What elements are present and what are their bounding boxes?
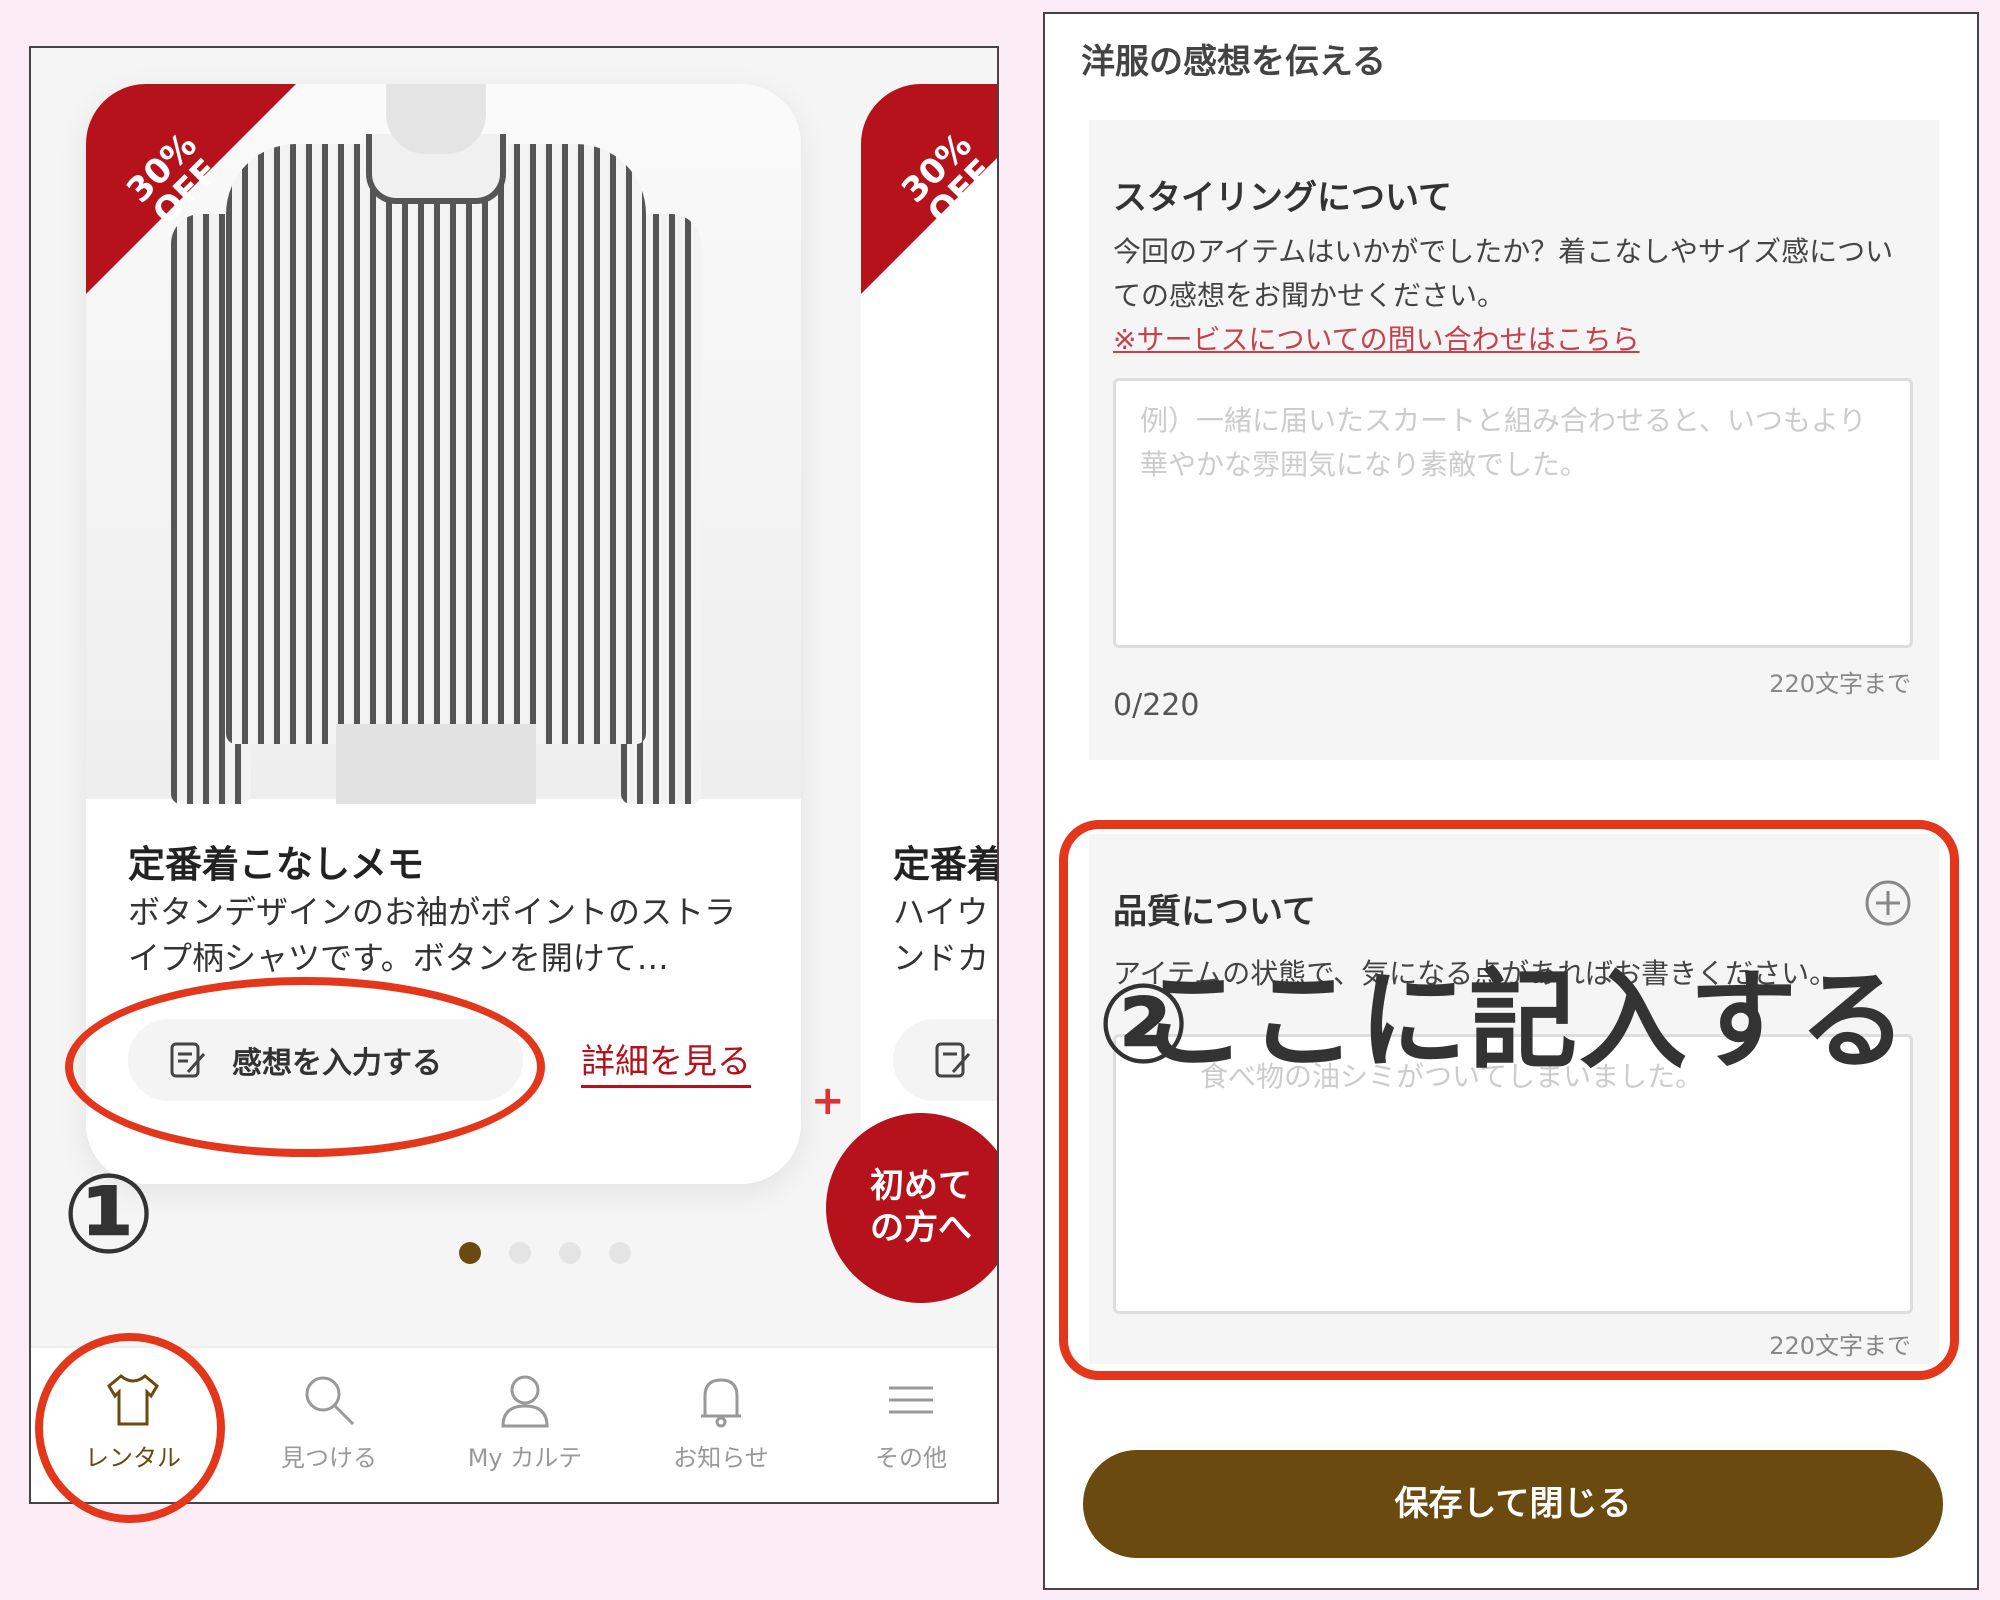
edit-note-icon [935,1042,971,1078]
annotation-box-quality [1059,820,1959,1380]
contact-link[interactable]: ※サービスについての問い合わせはこちら [1113,318,1640,358]
styling-textarea[interactable]: 例）一緒に届いたスカートと組み合わせると、いつもより華やかな雰囲気になり素敵でし… [1113,378,1913,648]
view-details-link[interactable]: 詳細を見る [581,1034,751,1088]
pager-dot[interactable] [609,1242,631,1264]
tab-find[interactable]: 見つける [239,1348,419,1502]
bell-icon [701,1378,741,1428]
annotation-oval-feedback [65,977,545,1157]
pager-dot[interactable] [509,1242,531,1264]
product-title: 定番着こなしメモ [128,843,424,886]
annotation-step-2: ② [1097,960,1191,1088]
plus-icon: + [811,1078,845,1124]
styling-description: 今回のアイテムはいかがでしたか？着こなしやサイズ感についての感想をお聞かせくださ… [1113,235,1894,312]
tab-notifications[interactable]: お知らせ [631,1348,811,1502]
pager-dot[interactable] [459,1242,481,1264]
search-icon [305,1376,355,1426]
product-card-next[interactable]: 30% OFF 定番着 ハイウ ンドカ [861,84,999,1184]
styling-char-count: 0/220 [1113,688,1200,723]
styling-section: スタイリングについて 今回のアイテムはいかがでしたか？着こなしやサイズ感について… [1089,120,1939,760]
product-title: 定番着 [893,843,999,886]
feedback-form-screen: 洋服の感想を伝える スタイリングについて 今回のアイテムはいかがでしたか？着こな… [1043,12,1979,1590]
save-and-close-button[interactable]: 保存して閉じる [1083,1450,1943,1558]
product-description: ボタンデザインのお袖がポイントのストライプ柄シャツです。ボタンを開けて… [128,893,737,977]
first-time-guide-button[interactable]: 初めて の方へ [826,1113,997,1303]
enter-feedback-button[interactable] [893,1019,997,1101]
product-description: ハイウ ンドカ [893,893,990,977]
carousel-pager [459,1242,631,1264]
annotation-circle-rental-tab [35,1333,225,1523]
pager-dot[interactable] [559,1242,581,1264]
rental-app-screen: 30% OFF 定番着こなしメモ ボタンデザインのお袖がポイントのストライプ柄シ… [29,46,999,1504]
page-title: 洋服の感想を伝える [1081,42,1386,82]
tab-other[interactable]: その他 [821,1348,997,1502]
tab-my-karte[interactable]: My カルテ [435,1348,615,1502]
styling-char-limit: 220文字まで [1769,670,1911,698]
styling-title: スタイリングについて [1113,178,1452,218]
annotation-step-1: ① [62,1150,156,1278]
person-icon [501,1375,549,1428]
menu-icon [889,1386,933,1414]
